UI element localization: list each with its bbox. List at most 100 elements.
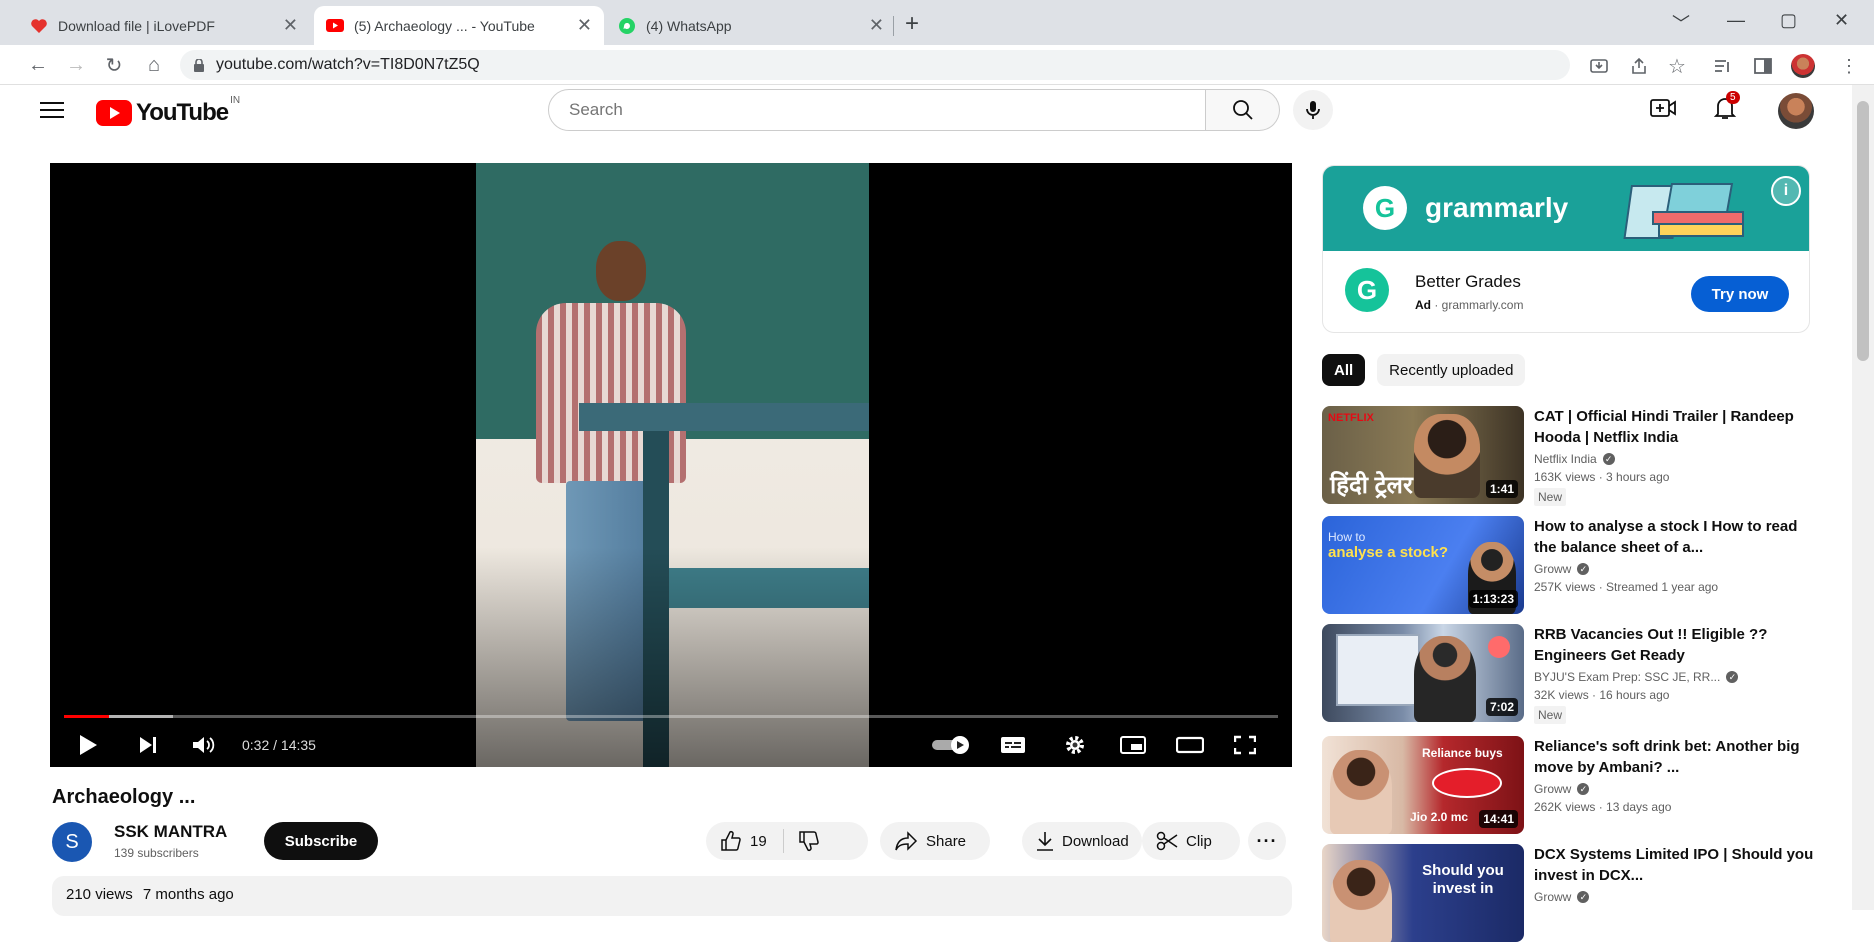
settings-button[interactable] bbox=[1064, 733, 1086, 757]
notifications-button[interactable]: 5 bbox=[1712, 91, 1740, 121]
verified-check-icon: ✓ bbox=[1577, 563, 1590, 575]
video-player[interactable]: 0:32 / 14:35 bbox=[50, 163, 1292, 767]
subtitles-button[interactable] bbox=[1000, 733, 1026, 757]
subscribe-button[interactable]: Subscribe bbox=[264, 822, 378, 860]
play-button[interactable] bbox=[78, 733, 98, 757]
like-dislike-group: 19 bbox=[706, 822, 868, 860]
fullscreen-button[interactable] bbox=[1234, 733, 1256, 757]
tab-ilovepdf[interactable]: Download file | iLovePDF ✕ bbox=[18, 6, 310, 45]
thumb-tag: Jio 2.0 mc bbox=[1410, 810, 1469, 824]
video-thumbnail[interactable]: NETFLIX हिंदी ट्रेलर 1:41 bbox=[1322, 406, 1524, 504]
tab-search-icon[interactable]: ﹀ bbox=[1672, 10, 1690, 36]
share-button[interactable]: Share bbox=[880, 822, 990, 860]
close-tab-icon[interactable]: ✕ bbox=[869, 15, 884, 36]
download-button[interactable]: Download bbox=[1022, 822, 1142, 860]
more-actions-button[interactable]: ··· bbox=[1248, 822, 1286, 860]
thumb-text: analyse a stock? bbox=[1328, 544, 1449, 561]
description-box[interactable]: 210 views 7 months ago bbox=[52, 876, 1292, 916]
search-input[interactable] bbox=[567, 99, 1205, 121]
ad-domain: grammarly.com bbox=[1441, 298, 1524, 312]
share-label: Share bbox=[926, 832, 967, 850]
close-window-icon[interactable]: ✕ bbox=[1834, 10, 1849, 31]
theater-mode-button[interactable] bbox=[1176, 733, 1204, 757]
recommendation-item[interactable]: Reliance buys Jio 2.0 mc 14:41 Reliance'… bbox=[1322, 736, 1822, 834]
chip-recently-uploaded[interactable]: Recently uploaded bbox=[1377, 354, 1526, 386]
video-thumbnail[interactable]: Should you invest in bbox=[1322, 844, 1524, 942]
try-now-button[interactable]: Try now bbox=[1691, 276, 1789, 312]
video-thumbnail[interactable]: Reliance buys Jio 2.0 mc 14:41 bbox=[1322, 736, 1524, 834]
download-label: Download bbox=[1062, 832, 1129, 850]
recommendation-meta: Reliance's soft drink bet: Another big m… bbox=[1534, 736, 1814, 814]
youtube-logo[interactable]: YouTube IN bbox=[96, 95, 240, 127]
channel-name[interactable]: SSK MANTRA bbox=[114, 822, 227, 842]
search-icon bbox=[1232, 100, 1253, 120]
install-app-icon[interactable] bbox=[1590, 54, 1608, 78]
recommendation-channel[interactable]: Groww ✓ bbox=[1534, 562, 1814, 576]
recommendation-item[interactable]: Should you invest in DCX Systems Limited… bbox=[1322, 844, 1822, 942]
search-button[interactable] bbox=[1206, 89, 1280, 131]
recommendation-channel[interactable]: Groww ✓ bbox=[1534, 890, 1814, 904]
recommendation-title[interactable]: How to analyse a stock I How to read the… bbox=[1534, 516, 1814, 558]
recommendation-title[interactable]: DCX Systems Limited IPO | Should you inv… bbox=[1534, 844, 1814, 886]
chip-all[interactable]: All bbox=[1322, 354, 1366, 386]
recommendation-channel[interactable]: Netflix India ✓ bbox=[1534, 452, 1814, 466]
hamburger-menu-icon[interactable] bbox=[40, 101, 64, 119]
miniplayer-icon bbox=[1120, 736, 1146, 754]
progress-bar[interactable] bbox=[64, 715, 1278, 718]
clip-label: Clip bbox=[1186, 832, 1212, 850]
video-duration: 7:02 bbox=[1485, 698, 1518, 716]
like-button[interactable] bbox=[720, 830, 742, 852]
recommendation-channel[interactable]: BYJU'S Exam Prep: SSC JE, RR... ✓ bbox=[1534, 670, 1814, 684]
profile-avatar-icon[interactable] bbox=[1790, 54, 1816, 78]
tab-whatsapp[interactable]: (4) WhatsApp ✕ bbox=[606, 6, 896, 45]
thumb-person bbox=[1414, 414, 1480, 498]
next-button[interactable] bbox=[138, 733, 158, 757]
back-icon[interactable]: ← bbox=[24, 51, 52, 79]
desk-top bbox=[579, 403, 869, 431]
grammarly-ad[interactable]: G grammarly i G Better Grades Ad · gramm… bbox=[1322, 165, 1810, 333]
tab-youtube[interactable]: (5) Archaeology ... - YouTube ✕ bbox=[314, 6, 604, 45]
search-box[interactable] bbox=[548, 89, 1206, 131]
recommendation-title[interactable]: CAT | Official Hindi Trailer | Randeep H… bbox=[1534, 406, 1814, 448]
dislike-button[interactable] bbox=[798, 830, 820, 852]
kebab-menu-icon[interactable]: ⋮ bbox=[1840, 54, 1858, 78]
close-tab-icon[interactable]: ✕ bbox=[283, 15, 298, 36]
recommendation-item[interactable]: NETFLIX हिंदी ट्रेलर 1:41 CAT | Official… bbox=[1322, 406, 1822, 506]
bookmark-star-icon[interactable]: ☆ bbox=[1668, 54, 1686, 78]
recommendation-item[interactable]: How to analyse a stock? 1:13:23 How to a… bbox=[1322, 516, 1822, 614]
channel-label: Groww bbox=[1534, 782, 1572, 796]
miniplayer-button[interactable] bbox=[1120, 733, 1146, 757]
scrollbar-thumb[interactable] bbox=[1857, 101, 1869, 361]
recommendation-stats: 32K views · 16 hours ago bbox=[1534, 688, 1670, 702]
volume-button[interactable] bbox=[192, 733, 216, 757]
recommendation-title[interactable]: Reliance's soft drink bet: Another big m… bbox=[1534, 736, 1814, 778]
channel-avatar[interactable]: S bbox=[52, 822, 92, 862]
new-badge: New bbox=[1534, 488, 1567, 506]
restore-icon[interactable]: ▢ bbox=[1780, 10, 1797, 31]
clip-button[interactable]: Clip bbox=[1142, 822, 1240, 860]
ad-info-icon[interactable]: i bbox=[1771, 176, 1801, 206]
recommendation-stats: 257K views · Streamed 1 year ago bbox=[1534, 580, 1719, 594]
video-thumbnail[interactable]: 7:02 bbox=[1322, 624, 1524, 722]
minimize-icon[interactable]: — bbox=[1727, 10, 1745, 31]
close-tab-icon[interactable]: ✕ bbox=[577, 15, 592, 36]
recommendation-item[interactable]: 7:02 RRB Vacancies Out !! Eligible ?? En… bbox=[1322, 624, 1822, 724]
home-icon[interactable]: ⌂ bbox=[140, 51, 168, 79]
create-video-icon[interactable] bbox=[1650, 97, 1676, 119]
address-bar[interactable]: youtube.com/watch?v=TI8D0N7tZ5Q bbox=[180, 50, 1570, 80]
grammarly-app-icon: G bbox=[1345, 268, 1389, 312]
recommendation-channel[interactable]: Groww ✓ bbox=[1534, 782, 1814, 796]
reading-list-icon[interactable] bbox=[1714, 54, 1732, 78]
share-page-icon[interactable] bbox=[1630, 54, 1648, 78]
new-tab-icon[interactable]: + bbox=[905, 10, 919, 38]
page-scrollbar[interactable] bbox=[1852, 85, 1874, 910]
voice-search-button[interactable] bbox=[1293, 90, 1333, 130]
reload-icon[interactable]: ↻ bbox=[100, 51, 128, 79]
recommendation-title[interactable]: RRB Vacancies Out !! Eligible ?? Enginee… bbox=[1534, 624, 1814, 666]
video-duration: 14:41 bbox=[1479, 810, 1518, 828]
account-avatar[interactable] bbox=[1778, 93, 1814, 129]
autoplay-toggle[interactable] bbox=[932, 733, 972, 757]
video-thumbnail[interactable]: How to analyse a stock? 1:13:23 bbox=[1322, 516, 1524, 614]
forward-icon[interactable]: → bbox=[62, 51, 90, 79]
side-panel-icon[interactable] bbox=[1754, 54, 1772, 78]
